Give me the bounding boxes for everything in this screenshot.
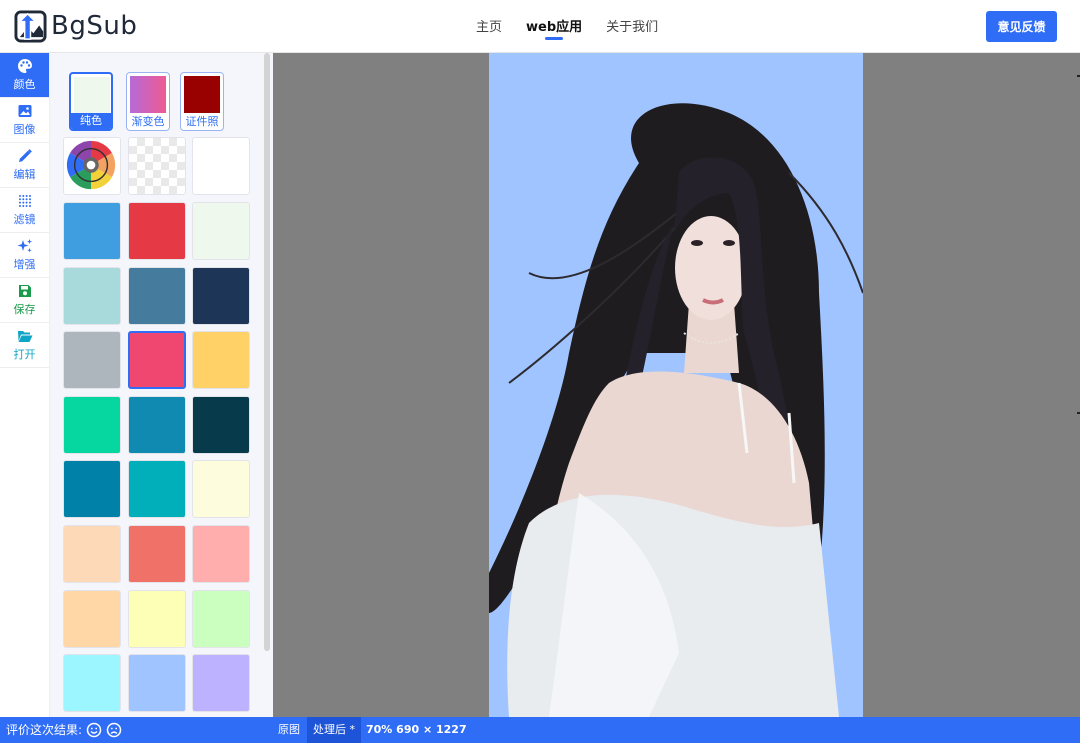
solid-color-preview [74, 77, 110, 114]
color-swatch[interactable] [128, 331, 186, 390]
frown-icon[interactable] [106, 722, 122, 738]
color-swatch[interactable] [192, 266, 250, 325]
rail-label-color: 颜色 [13, 78, 36, 91]
save-icon [18, 285, 31, 297]
rail-item-save[interactable]: 保存 [0, 278, 49, 323]
color-swatch[interactable] [63, 525, 121, 583]
color-swatch[interactable] [63, 331, 121, 390]
tab-gradient-label: 渐变色 [131, 115, 165, 128]
color-swatch[interactable] [63, 202, 121, 260]
rail-label-open: 打开 [13, 348, 36, 361]
tab-solid-color-label: 纯色 [71, 113, 111, 129]
id-photo-preview [184, 76, 220, 113]
color-swatch[interactable] [128, 202, 186, 260]
color-wheel-swatch[interactable] [63, 137, 121, 195]
color-swatch[interactable] [63, 460, 121, 519]
color-wheel-icon [66, 140, 116, 190]
color-swatch[interactable] [192, 654, 250, 713]
color-swatch[interactable] [63, 395, 121, 454]
color-swatch[interactable] [192, 589, 250, 648]
image-workspace [273, 53, 1080, 717]
tab-gradient[interactable]: 渐变色 [126, 72, 170, 131]
rail-label-edit: 编辑 [13, 168, 36, 181]
nav-home[interactable]: 主页 [476, 16, 502, 38]
color-swatch[interactable] [128, 525, 186, 583]
rating-group: 评价这次结果: [6, 721, 122, 738]
pencil-icon [18, 149, 32, 162]
logo[interactable]: BgSub [14, 9, 137, 43]
color-panel: 纯色 渐变色 证件照 [50, 53, 273, 717]
white-swatch[interactable] [192, 137, 250, 195]
color-swatch[interactable] [192, 202, 250, 260]
nav-about[interactable]: 关于我们 [606, 16, 658, 38]
logo-icon [14, 9, 47, 43]
color-swatch[interactable] [192, 525, 250, 583]
dots-grid-icon [18, 195, 31, 207]
nav-web-app[interactable]: web应用 [526, 16, 582, 40]
rail-label-enhance: 增强 [13, 258, 36, 271]
gradient-preview [130, 76, 166, 113]
tab-id-photo-label: 证件照 [185, 115, 219, 128]
color-swatch[interactable] [192, 460, 250, 519]
feedback-button[interactable]: 意见反馈 [986, 11, 1057, 42]
view-original-button[interactable]: 原图 [272, 717, 306, 743]
rail-item-color[interactable]: 颜色 [0, 53, 49, 98]
tab-id-photo[interactable]: 证件照 [180, 72, 224, 131]
rail-item-enhance[interactable]: 增强 [0, 233, 49, 278]
color-swatch[interactable] [128, 589, 186, 648]
image-icon [18, 105, 31, 117]
color-swatch[interactable] [192, 331, 250, 390]
zoom-size-info: 70% 690 × 1227 [366, 723, 467, 736]
sparkles-icon [17, 239, 32, 253]
top-nav: 主页 web应用 关于我们 [476, 16, 658, 40]
smile-icon[interactable] [86, 722, 102, 738]
palette-icon [17, 59, 32, 73]
image-canvas[interactable] [489, 53, 863, 717]
color-swatch[interactable] [63, 654, 121, 713]
tab-solid-color[interactable]: 纯色 [69, 72, 113, 131]
color-swatch[interactable] [63, 266, 121, 325]
rate-label: 评价这次结果: [6, 723, 83, 737]
rail-item-edit[interactable]: 编辑 [0, 143, 49, 188]
rail-item-open[interactable]: 打开 [0, 323, 49, 368]
logo-text: BgSub [51, 11, 138, 41]
color-swatch[interactable] [128, 460, 186, 519]
tool-rail: 颜色 图像 编辑 滤镜 增强 保存 打开 [0, 53, 50, 717]
status-bar: 评价这次结果: 原图 处理后 * 70% 690 × 1227 [0, 717, 1080, 743]
app-header: BgSub 主页 web应用 关于我们 意见反馈 [0, 0, 1080, 53]
rail-item-filter[interactable]: 滤镜 [0, 188, 49, 233]
rail-label-filter: 滤镜 [13, 213, 36, 226]
rail-item-image[interactable]: 图像 [0, 98, 49, 143]
panel-scrollbar[interactable] [264, 53, 270, 651]
color-swatch[interactable] [192, 395, 250, 454]
rail-label-image: 图像 [13, 123, 36, 136]
view-processed-button[interactable]: 处理后 * [307, 717, 361, 743]
color-swatch[interactable] [63, 589, 121, 648]
color-swatch[interactable] [128, 395, 186, 454]
transparent-swatch[interactable] [128, 137, 186, 195]
portrait-image [489, 103, 863, 717]
color-swatch[interactable] [128, 654, 186, 713]
color-swatch[interactable] [128, 266, 186, 325]
rail-label-save: 保存 [13, 303, 36, 316]
folder-open-icon [17, 331, 32, 342]
